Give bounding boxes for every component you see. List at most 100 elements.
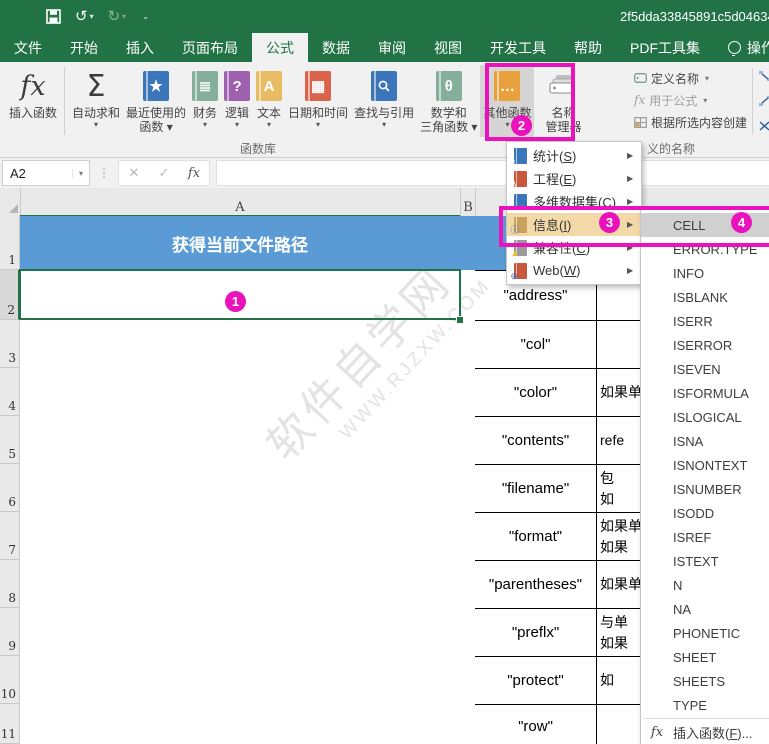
- function-item-SHEET[interactable]: SHEET: [641, 645, 769, 669]
- function-item-ISLOGICAL[interactable]: ISLOGICAL: [641, 405, 769, 429]
- define-name-button[interactable]: 定义名称 ▾: [634, 67, 752, 89]
- function-item-ISFORMULA[interactable]: ISFORMULA: [641, 381, 769, 405]
- description-cell[interactable]: 包如: [597, 465, 645, 512]
- tab-插入[interactable]: 插入: [112, 33, 168, 62]
- text-book-icon: A: [256, 71, 283, 101]
- tab-页面布局[interactable]: 页面布局: [168, 33, 252, 62]
- name-box-caret-icon[interactable]: ▾: [72, 168, 89, 178]
- tab-文件[interactable]: 文件: [0, 33, 56, 62]
- tab-视图[interactable]: 视图: [420, 33, 476, 62]
- tab-审阅[interactable]: 审阅: [364, 33, 420, 62]
- function-item-ISODD[interactable]: ISODD: [641, 501, 769, 525]
- autosum-button[interactable]: Σ 自动求和 ▾: [69, 65, 123, 137]
- insert-function-menu-item[interactable]: fx 插入函数(F)...: [641, 720, 769, 744]
- row-header-5[interactable]: 5: [0, 416, 20, 464]
- row-header-4[interactable]: 4: [0, 368, 20, 416]
- function-item-PHONETIC[interactable]: PHONETIC: [641, 621, 769, 645]
- function-item-ISERROR[interactable]: ISERROR: [641, 333, 769, 357]
- recently-used-button[interactable]: ★ 最近使用的 函数 ▾: [123, 65, 189, 137]
- info-type-cell[interactable]: "format": [475, 513, 597, 560]
- create-from-selection-button[interactable]: 根据所选内容创建: [634, 111, 752, 133]
- description-cell[interactable]: 如果单 如果: [597, 513, 645, 560]
- caret-icon: ▾: [703, 95, 708, 105]
- button-label: 插入函数: [9, 106, 58, 120]
- trace-precedents-icon[interactable]: [758, 70, 769, 83]
- function-item-ISNONTEXT[interactable]: ISNONTEXT: [641, 453, 769, 477]
- row-header-10[interactable]: 10: [0, 656, 20, 704]
- row-header-3[interactable]: 3: [0, 320, 20, 368]
- function-item-ISEVEN[interactable]: ISEVEN: [641, 357, 769, 381]
- tab-开发工具[interactable]: 开发工具: [476, 33, 560, 62]
- function-item-ISREF[interactable]: ISREF: [641, 525, 769, 549]
- tab-操作说明搜索[interactable]: 操作说明搜索: [714, 33, 769, 62]
- function-item-N[interactable]: N: [641, 573, 769, 597]
- function-item-ISTEXT[interactable]: ISTEXT: [641, 549, 769, 573]
- name-box[interactable]: A2 ▾: [2, 160, 90, 186]
- insert-function-icon[interactable]: fx: [179, 166, 209, 181]
- fx-icon: fx: [20, 70, 46, 102]
- step-badge-2: 2: [511, 115, 532, 136]
- function-item-NA[interactable]: NA: [641, 597, 769, 621]
- financial-button[interactable]: ≣ 财务 ▾: [189, 65, 221, 137]
- description-cell[interactable]: [597, 705, 645, 744]
- info-type-cell[interactable]: "parentheses": [475, 561, 597, 608]
- info-type-cell[interactable]: "row": [475, 705, 597, 744]
- insert-function-button[interactable]: fx 插入函数: [6, 65, 60, 137]
- info-type-cell[interactable]: "preflx": [475, 609, 597, 656]
- function-item-ISNUMBER[interactable]: ISNUMBER: [641, 477, 769, 501]
- fill-handle[interactable]: [456, 316, 464, 324]
- tab-开始[interactable]: 开始: [56, 33, 112, 62]
- function-item-ISNA[interactable]: ISNA: [641, 429, 769, 453]
- group-label-function-library: 函数库: [240, 142, 277, 156]
- submenu-arrow-icon: ▶: [627, 174, 634, 183]
- description-cell[interactable]: 如: [597, 657, 645, 704]
- select-all-corner[interactable]: [0, 188, 21, 215]
- logical-button[interactable]: ? 逻辑 ▾: [221, 65, 253, 137]
- lookup-reference-button[interactable]: 查找与引用 ▾: [351, 65, 417, 137]
- button-label: 自动求和: [72, 106, 121, 120]
- row-header-11[interactable]: 11: [0, 704, 20, 744]
- column-header-b[interactable]: B: [461, 188, 476, 215]
- row-header-8[interactable]: 8: [0, 560, 20, 608]
- description-cell[interactable]: [597, 321, 645, 368]
- info-type-cell[interactable]: "contents": [475, 417, 597, 464]
- math-trig-button[interactable]: θ 数学和 三角函数 ▾: [417, 65, 480, 137]
- menu-item-engineering[interactable]: Λ 工程(E) ▶: [507, 167, 641, 190]
- info-type-cell[interactable]: "color": [475, 369, 597, 416]
- row-header-1[interactable]: 1: [0, 216, 20, 270]
- formula-input[interactable]: [216, 160, 769, 186]
- group-label-defined-names: 义的名称: [647, 142, 696, 156]
- tab-公式[interactable]: 公式: [252, 33, 308, 62]
- row-header-9[interactable]: 9: [0, 608, 20, 656]
- info-type-cell[interactable]: "filename": [475, 465, 597, 512]
- date-time-button[interactable]: ▦ 日期和时间 ▾: [285, 65, 351, 137]
- function-item-INFO[interactable]: INFO: [641, 261, 769, 285]
- menu-item-statistical[interactable]: ≈ 统计(S) ▶: [507, 144, 641, 167]
- tab-PDF工具集[interactable]: PDF工具集: [616, 33, 714, 62]
- step-badge-4: 4: [731, 212, 752, 233]
- text-button[interactable]: A 文本 ▾: [253, 65, 285, 137]
- trace-dependents-icon[interactable]: [758, 95, 769, 108]
- row-header-2[interactable]: 2: [0, 270, 20, 320]
- info-type-cell[interactable]: "protect": [475, 657, 597, 704]
- formula-bar-separator: ⋮: [98, 166, 110, 180]
- row-header-7[interactable]: 7: [0, 512, 20, 560]
- description-cell[interactable]: refe: [597, 417, 645, 464]
- defined-names-buttons: 定义名称 ▾ fx 用于公式 ▾ 根据所选内容创建: [634, 67, 752, 133]
- statistical-icon: ≈: [507, 147, 533, 165]
- remove-arrows-icon[interactable]: [758, 120, 769, 133]
- column-header-a[interactable]: A: [20, 188, 461, 217]
- description-cell[interactable]: 如果单: [597, 369, 645, 416]
- description-cell[interactable]: 如果单: [597, 561, 645, 608]
- menu-item-web[interactable]: ⊕ Web(W) ▶: [507, 259, 641, 282]
- function-item-ISBLANK[interactable]: ISBLANK: [641, 285, 769, 309]
- tab-帮助[interactable]: 帮助: [560, 33, 616, 62]
- table-row: "preflx" 与单 如果: [475, 609, 645, 657]
- info-type-cell[interactable]: "col": [475, 321, 597, 368]
- row-header-6[interactable]: 6: [0, 464, 20, 512]
- description-cell[interactable]: 与单 如果: [597, 609, 645, 656]
- function-item-ISERR[interactable]: ISERR: [641, 309, 769, 333]
- function-item-SHEETS[interactable]: SHEETS: [641, 669, 769, 693]
- tab-数据[interactable]: 数据: [308, 33, 364, 62]
- function-item-TYPE[interactable]: TYPE: [641, 693, 769, 717]
